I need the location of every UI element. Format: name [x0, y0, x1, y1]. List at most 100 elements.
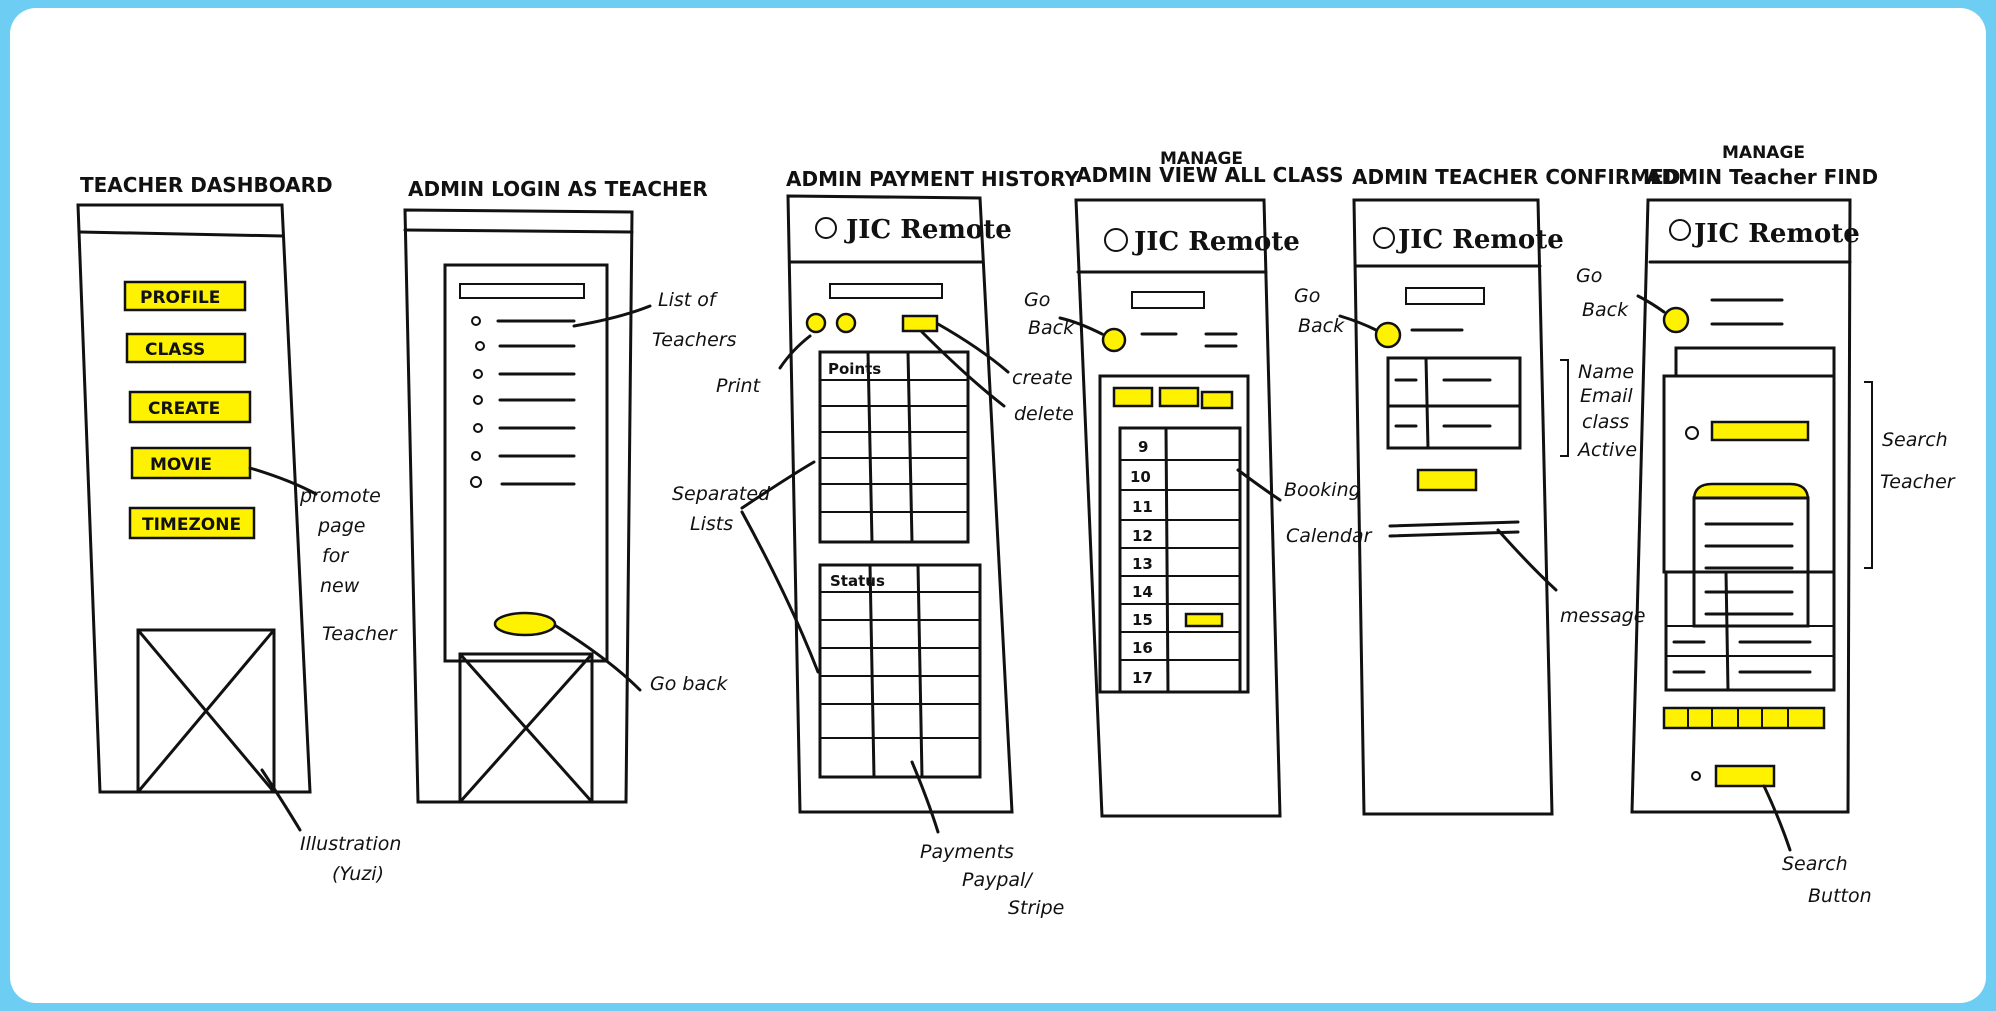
- phone-frame: [1352, 198, 1554, 816]
- app-header: JIC Remote: [815, 215, 1012, 245]
- pagination[interactable]: [1662, 706, 1826, 730]
- filter-tab-1[interactable]: [1112, 386, 1154, 408]
- svg-text:Teacher: Teacher: [1880, 471, 1956, 493]
- search-input[interactable]: [1710, 420, 1810, 442]
- points-table: Points: [818, 350, 970, 544]
- svg-text:Active: Active: [1576, 439, 1637, 461]
- create-note: create: [1012, 367, 1073, 389]
- svg-text:Go: Go: [1294, 285, 1320, 307]
- app-header: JIC Remote: [1669, 219, 1860, 249]
- svg-text:class: class: [1582, 411, 1629, 433]
- search-button-note: Search Button: [1782, 853, 1872, 907]
- title-admin-login: ADMIN LOGIN AS TEACHER: [408, 177, 708, 201]
- radio-icon[interactable]: [1685, 426, 1699, 440]
- top-bar-line: [403, 228, 634, 234]
- go-back-button[interactable]: [1662, 306, 1690, 334]
- movie-button-label: MOVIE: [150, 455, 212, 475]
- svg-text:page: page: [317, 515, 365, 537]
- screen-teacher-dashboard: TEACHER DASHBOARD PROFILE CLASS CREATE M…: [76, 173, 401, 885]
- teacher-info-grid: [1386, 356, 1522, 450]
- go-back-button[interactable]: [493, 611, 557, 637]
- svg-text:13: 13: [1132, 555, 1153, 573]
- title-manage: MANAGE: [1160, 149, 1243, 169]
- search-teacher-note: Search Teacher: [1880, 429, 1956, 493]
- go-back-note: Go Back: [1294, 285, 1345, 337]
- go-back-button[interactable]: [1101, 327, 1127, 353]
- filter-tab-3[interactable]: [1200, 390, 1234, 410]
- radio-icon[interactable]: [1691, 771, 1701, 781]
- svg-text:14: 14: [1132, 583, 1153, 601]
- title-teacher-dashboard: TEACHER DASHBOARD: [80, 173, 333, 197]
- message-note: message: [1560, 605, 1645, 627]
- message-line: [1388, 520, 1520, 528]
- svg-text:JIC Remote: JIC Remote: [1692, 219, 1860, 249]
- svg-text:new: new: [320, 575, 360, 597]
- svg-text:Go: Go: [1024, 289, 1050, 311]
- delete-arrow: [920, 330, 1006, 408]
- svg-text:Illustration: Illustration: [300, 833, 401, 855]
- delete-note: delete: [1014, 403, 1074, 425]
- confirm-button[interactable]: [1416, 468, 1478, 492]
- results-dropdown: [1692, 482, 1810, 628]
- illustration-arrow: [260, 768, 302, 832]
- print-button-2[interactable]: [835, 312, 857, 334]
- screen-admin-view-all-class: ADMIN VIEW ALL CLASS JIC Remote 9 10 11 …: [1024, 163, 1373, 818]
- app-header: JIC Remote: [1373, 225, 1564, 255]
- search-bar[interactable]: [829, 283, 943, 299]
- filter-tab-2[interactable]: [1158, 386, 1200, 408]
- svg-text:Button: Button: [1808, 885, 1872, 907]
- illustration-placeholder: [136, 628, 276, 794]
- svg-text:Go: Go: [1576, 265, 1602, 287]
- logo-icon: [1373, 227, 1395, 249]
- status-table: Status: [818, 563, 982, 779]
- print-note: Print: [716, 375, 762, 397]
- title-payment-history: ADMIN PAYMENT HISTORY: [786, 167, 1079, 191]
- svg-text:Separated: Separated: [672, 483, 771, 505]
- teacher-list: [470, 316, 576, 488]
- payments-arrow: [910, 760, 940, 834]
- logo-icon: [815, 217, 837, 239]
- create-button-label: CREATE: [148, 399, 220, 419]
- svg-text:Payments: Payments: [920, 841, 1014, 863]
- search-bar[interactable]: [1131, 291, 1205, 309]
- bracket: [1864, 381, 1873, 569]
- title-teacher-find: ADMIN Teacher FIND: [1646, 165, 1878, 189]
- go-back-note: Go back: [650, 673, 729, 695]
- search-button[interactable]: [1714, 764, 1776, 788]
- svg-text:Stripe: Stripe: [1008, 897, 1064, 919]
- svg-text:16: 16: [1132, 639, 1153, 657]
- go-back-arrow: [1338, 314, 1378, 332]
- search-bar[interactable]: [1405, 287, 1485, 305]
- svg-text:10: 10: [1130, 468, 1151, 486]
- search-button-arrow: [1762, 784, 1792, 852]
- print-button[interactable]: [805, 312, 827, 334]
- svg-text:Teachers: Teachers: [652, 329, 737, 351]
- go-back-arrow: [1636, 294, 1666, 314]
- list-arrow: [572, 304, 652, 328]
- svg-text:15: 15: [1132, 611, 1153, 629]
- booked-slot[interactable]: [1184, 612, 1224, 628]
- title-teacher-confirmed: ADMIN TEACHER CONFIRMED: [1352, 165, 1680, 189]
- svg-text:12: 12: [1132, 527, 1153, 545]
- go-back-button[interactable]: [1374, 321, 1402, 349]
- booking-calendar: 9 10 11 12 13 14 15 16 17: [1118, 426, 1242, 694]
- create-arrow: [936, 322, 1010, 374]
- svg-text:11: 11: [1132, 498, 1153, 516]
- illustration-note: Illustration (Yuzi): [300, 833, 401, 885]
- illustration-placeholder: [458, 652, 594, 804]
- list-of-teachers-note: List of Teachers: [652, 289, 737, 351]
- print-arrow: [778, 334, 812, 370]
- svg-text:17: 17: [1132, 669, 1153, 687]
- svg-text:Email: Email: [1580, 385, 1633, 407]
- payments-note: Payments Paypal/ Stripe: [920, 841, 1064, 919]
- profile-button-label: PROFILE: [140, 288, 220, 308]
- svg-text:JIC Remote: JIC Remote: [844, 215, 1012, 245]
- search-bar[interactable]: [459, 283, 585, 299]
- svg-text:Search: Search: [1882, 429, 1948, 451]
- create-delete-button[interactable]: [901, 314, 939, 333]
- logo-icon: [1104, 228, 1128, 252]
- class-button-label: CLASS: [145, 340, 205, 360]
- phone-frame: [786, 194, 1014, 814]
- timezone-button-label: TIMEZONE: [142, 515, 241, 535]
- svg-text:(Yuzi): (Yuzi): [332, 863, 384, 885]
